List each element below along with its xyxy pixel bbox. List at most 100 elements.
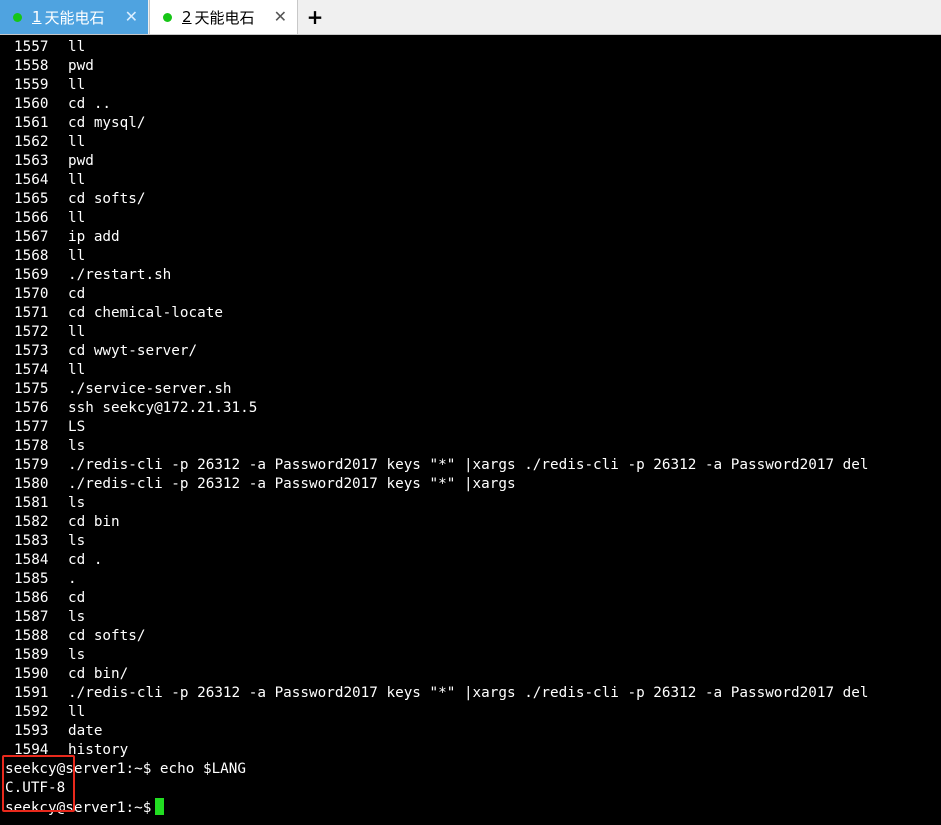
tab-session-2[interactable]: 2 天能电石 ✕ — [149, 0, 298, 34]
history-command: cd bin/ — [68, 666, 129, 682]
history-number: 1574 — [14, 362, 49, 378]
history-number: 1558 — [14, 58, 49, 74]
history-command: cd . — [68, 552, 103, 568]
history-command: ll — [68, 39, 86, 55]
history-line: 1571 cd chemical-locate — [0, 304, 941, 323]
history-command: ./redis-cli -p 26312 -a Password2017 key… — [68, 685, 869, 701]
history-line: 1566 ll — [0, 209, 941, 228]
history-line: 1567 ip add — [0, 228, 941, 247]
history-line: 1583 ls — [0, 532, 941, 551]
history-command: ./redis-cli -p 26312 -a Password2017 key… — [68, 457, 869, 473]
history-line: 1575 ./service-server.sh — [0, 380, 941, 399]
tab-title: 天能电石 — [44, 8, 105, 27]
history-number: 1569 — [14, 267, 49, 283]
history-number: 1570 — [14, 286, 49, 302]
history-number: 1587 — [14, 609, 49, 625]
history-command: cd — [68, 286, 86, 302]
history-line: 1588 cd softs/ — [0, 627, 941, 646]
history-command: history — [68, 742, 129, 758]
history-command: ll — [68, 134, 86, 150]
history-number: 1560 — [14, 96, 49, 112]
history-command: ip add — [68, 229, 120, 245]
history-line: 1581 ls — [0, 494, 941, 513]
history-line: 1592 ll — [0, 703, 941, 722]
history-line: 1577 LS — [0, 418, 941, 437]
history-number: 1573 — [14, 343, 49, 359]
history-number: 1594 — [14, 742, 49, 758]
history-line: 1582 cd bin — [0, 513, 941, 532]
tab-title: 天能电石 — [194, 8, 255, 27]
history-command: ll — [68, 362, 86, 378]
history-command: pwd — [68, 153, 94, 169]
history-number: 1582 — [14, 514, 49, 530]
history-command: ll — [68, 704, 86, 720]
history-number: 1579 — [14, 457, 49, 473]
history-command: ./redis-cli -p 26312 -a Password2017 key… — [68, 476, 516, 492]
history-number: 1584 — [14, 552, 49, 568]
history-command: ssh seekcy@172.21.31.5 — [68, 400, 258, 416]
history-command: ll — [68, 324, 86, 340]
history-number: 1586 — [14, 590, 49, 606]
history-command: cd softs/ — [68, 628, 146, 644]
history-line: 1560 cd .. — [0, 95, 941, 114]
history-command: ls — [68, 647, 86, 663]
history-line: 1572 ll — [0, 323, 941, 342]
prompt-line: seekcy@server1:~$ echo $LANG — [0, 760, 941, 779]
history-line: 1593 date — [0, 722, 941, 741]
history-line: 1585. — [0, 570, 941, 589]
history-number: 1578 — [14, 438, 49, 454]
tab-session-1[interactable]: 1 天能电石 ✕ — [0, 0, 148, 34]
history-line: 1564 ll — [0, 171, 941, 190]
history-command: cd softs/ — [68, 191, 146, 207]
history-number: 1566 — [14, 210, 49, 226]
connected-status-icon — [163, 12, 172, 22]
history-line: 1591 ./redis-cli -p 26312 -a Password2017… — [0, 684, 941, 703]
history-line: 1573 cd wwyt-server/ — [0, 342, 941, 361]
history-line: 1587 ls — [0, 608, 941, 627]
history-number: 1585 — [14, 571, 49, 587]
history-command: cd wwyt-server/ — [68, 343, 198, 359]
prompt-text: seekcy@server1:~$ — [5, 800, 152, 816]
history-line: 1570 cd — [0, 285, 941, 304]
shell-prompt-area: seekcy@server1:~$ echo $LANG C.UTF-8 seekc… — [0, 760, 941, 817]
history-number: 1580 — [14, 476, 49, 492]
history-number: 1588 — [14, 628, 49, 644]
history-line: 1565 cd softs/ — [0, 190, 941, 209]
history-command: pwd — [68, 58, 94, 74]
history-command: ls — [68, 495, 86, 511]
history-command: cd bin — [68, 514, 120, 530]
history-number: 1557 — [14, 39, 49, 55]
history-line: 1586 cd — [0, 589, 941, 608]
connected-status-icon — [13, 12, 22, 22]
history-line: 1579 ./redis-cli -p 26312 -a Password2017… — [0, 456, 941, 475]
history-command: ls — [68, 533, 86, 549]
history-number: 1565 — [14, 191, 49, 207]
history-line: 1578 ls — [0, 437, 941, 456]
history-command: cd — [68, 590, 86, 606]
history-number: 1589 — [14, 647, 49, 663]
history-line: 1561 cd mysql/ — [0, 114, 941, 133]
history-command: ls — [68, 609, 86, 625]
tab-number: 1 — [32, 8, 42, 26]
history-command: cd .. — [68, 96, 112, 112]
terminal-output[interactable]: 1557 ll 1558 pwd 1559 ll 1560 cd .. 1561 cd mysql… — [0, 38, 941, 825]
tab-bar: 1 天能电石 ✕ 2 天能电石 ✕ + — [0, 0, 941, 35]
prompt-line: C.UTF-8 — [0, 779, 941, 798]
close-tab-icon[interactable]: ✕ — [125, 8, 138, 26]
cursor-block — [155, 798, 165, 815]
history-command: ll — [68, 172, 86, 188]
history-number: 1591 — [14, 685, 49, 701]
history-number: 1567 — [14, 229, 49, 245]
history-number: 1577 — [14, 419, 49, 435]
close-tab-icon[interactable]: ✕ — [274, 8, 287, 26]
history-command: ll — [68, 77, 86, 93]
history-line: 1576 ssh seekcy@172.21.31.5 — [0, 399, 941, 418]
history-command: ll — [68, 210, 86, 226]
history-number: 1559 — [14, 77, 49, 93]
history-line: 1562 ll — [0, 133, 941, 152]
new-tab-button[interactable]: + — [305, 5, 325, 29]
history-number: 1562 — [14, 134, 49, 150]
history-line: 1574 ll — [0, 361, 941, 380]
history-number: 1563 — [14, 153, 49, 169]
history-number: 1593 — [14, 723, 49, 739]
